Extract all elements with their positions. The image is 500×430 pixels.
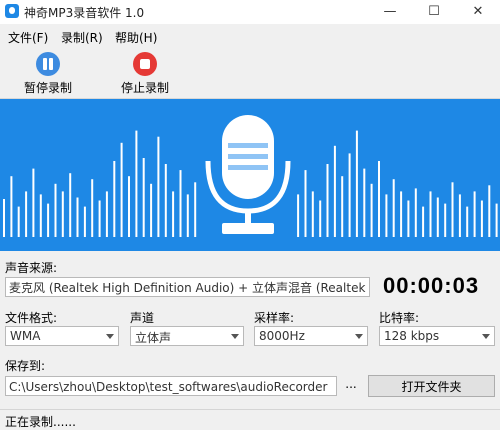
visualizer-bar xyxy=(128,176,130,237)
visualizer-bar xyxy=(17,206,20,237)
minimize-button[interactable]: — xyxy=(376,2,404,22)
visualizer-bar xyxy=(385,194,388,237)
samplerate-value: 8000Hz xyxy=(259,329,305,343)
format-value: WMA xyxy=(10,329,41,343)
visualizer-bar xyxy=(333,145,336,237)
pause-icon[interactable] xyxy=(36,52,60,76)
bitrate-value: 128 kbps xyxy=(384,329,440,343)
channel-label: 声道 xyxy=(130,311,155,325)
visualizer-bar xyxy=(32,168,35,237)
visualizer-bar xyxy=(47,203,50,237)
visualizer-bar xyxy=(392,179,395,237)
visualizer-bar xyxy=(363,168,366,237)
visualizer-bar xyxy=(488,185,491,237)
visualizer-bar xyxy=(297,194,300,237)
visualizer-bar xyxy=(39,194,42,237)
format-label: 文件格式: xyxy=(5,311,58,325)
visualizer-bar xyxy=(120,142,123,237)
visualizer-bar xyxy=(311,191,314,237)
visualizer-bar xyxy=(480,200,483,237)
visualizer-bar xyxy=(422,206,425,237)
source-label: 声音来源: xyxy=(5,261,58,275)
visualizer-bar xyxy=(451,182,454,237)
visualizer-bar xyxy=(458,194,461,237)
visualizer-bar xyxy=(304,170,307,237)
visualizer-bar xyxy=(370,183,373,237)
visualizer-bar xyxy=(3,199,5,237)
visualizer-bar xyxy=(69,173,72,237)
menu-file[interactable]: 文件(F) xyxy=(8,29,48,46)
visualizer-bar xyxy=(355,130,358,237)
channel-value: 立体声 xyxy=(135,331,172,345)
visualizer-bar xyxy=(61,191,64,237)
visualizer-bar xyxy=(164,164,167,237)
visualizer-bar xyxy=(341,176,344,237)
visualizer-svg xyxy=(3,115,498,237)
visualizer-bar xyxy=(179,170,182,237)
pause-button-label[interactable]: 暂停录制 xyxy=(24,79,72,96)
open-folder-button[interactable]: 打开文件夹 xyxy=(368,375,495,397)
chevron-down-icon xyxy=(106,334,114,339)
visualizer-bar xyxy=(407,200,410,237)
visualizer-bar xyxy=(378,161,380,237)
toolbar xyxy=(0,46,500,99)
visualizer-bar xyxy=(135,130,138,237)
chevron-down-icon xyxy=(482,334,490,339)
visualizer-bar xyxy=(444,203,447,237)
channel-select[interactable]: 立体声 xyxy=(130,326,244,346)
visualizer-bar xyxy=(25,191,28,237)
visualizer-bar xyxy=(473,191,476,237)
recording-timer: 00:00:03 xyxy=(383,273,480,298)
save-label: 保存到: xyxy=(5,359,46,373)
stop-button-label[interactable]: 停止录制 xyxy=(121,79,169,96)
visualizer-bar xyxy=(466,206,469,237)
visualizer-bar xyxy=(400,191,403,237)
samplerate-select[interactable]: 8000Hz xyxy=(254,326,368,346)
app-icon xyxy=(5,4,19,18)
visualizer-bar xyxy=(186,194,189,237)
visualizer-bar xyxy=(326,164,329,237)
close-button[interactable]: ✕ xyxy=(464,2,492,22)
visualizer-bar xyxy=(436,197,439,237)
visualizer-bar xyxy=(142,158,145,237)
visualizer-bar xyxy=(348,153,351,237)
visualizer-bar xyxy=(54,183,57,237)
bitrate-label: 比特率: xyxy=(379,311,420,325)
visualizer-bar xyxy=(98,200,101,237)
visualizer-bar xyxy=(105,191,108,237)
visualizer-bar xyxy=(157,136,160,237)
visualizer-bar xyxy=(113,161,116,237)
visualizer-bar xyxy=(76,197,79,237)
visualizer-bar xyxy=(429,191,432,237)
menu-record[interactable]: 录制(R) xyxy=(61,29,103,46)
browse-button[interactable]: ... xyxy=(340,375,362,397)
format-select[interactable]: WMA xyxy=(5,326,119,346)
visualizer-bar xyxy=(172,191,175,237)
visualizer-bar xyxy=(10,176,13,237)
visualizer-bar xyxy=(83,206,86,237)
bitrate-select[interactable]: 128 kbps xyxy=(379,326,495,346)
visualizer-bar xyxy=(414,188,417,237)
visualizer-bar xyxy=(495,203,498,237)
status-text: 正在录制...... xyxy=(5,415,76,429)
maximize-button[interactable]: ☐ xyxy=(420,2,448,22)
chevron-down-icon xyxy=(231,334,239,339)
microphone-icon xyxy=(205,115,291,234)
window-title: 神奇MP3录音软件 1.0 xyxy=(24,6,145,20)
visualizer-bar xyxy=(91,179,94,237)
menu-help[interactable]: 帮助(H) xyxy=(115,29,157,46)
visualizer-bar xyxy=(194,182,197,237)
save-path-field[interactable]: C:\Users\zhou\Desktop\test_softwares\aud… xyxy=(5,376,337,396)
audio-visualizer xyxy=(0,99,500,251)
chevron-down-icon xyxy=(355,334,363,339)
visualizer-bar xyxy=(319,200,322,237)
visualizer-bar xyxy=(150,183,153,237)
source-field[interactable]: 麦克风 (Realtek High Definition Audio) + 立体… xyxy=(5,277,370,297)
stop-icon[interactable] xyxy=(133,52,157,76)
samplerate-label: 采样率: xyxy=(254,311,295,325)
